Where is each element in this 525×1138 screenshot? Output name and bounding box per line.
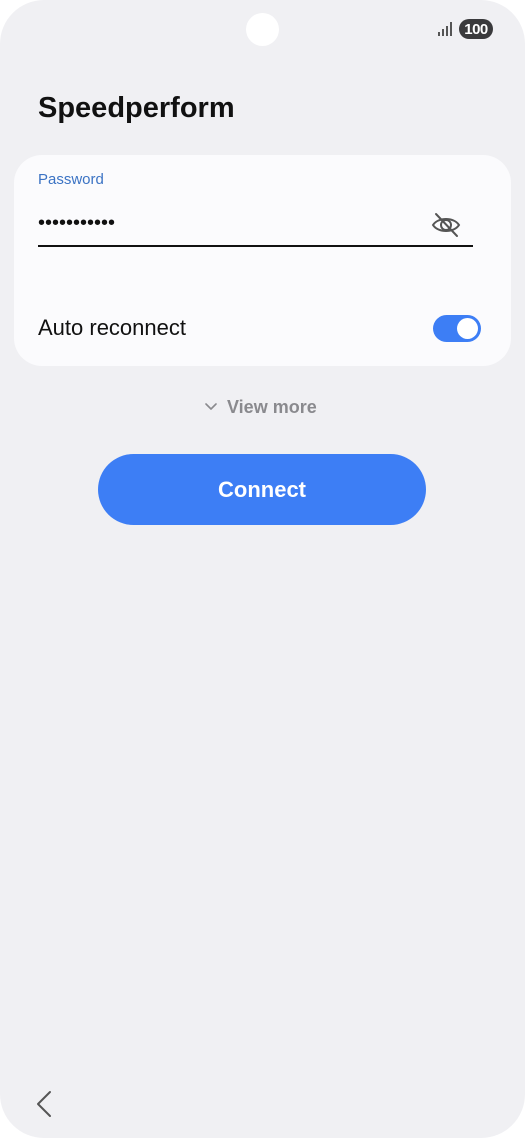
password-label: Password: [38, 171, 104, 188]
auto-reconnect-toggle[interactable]: [433, 315, 481, 342]
chevron-down-icon: [205, 403, 217, 410]
toggle-password-visibility-button[interactable]: [428, 210, 464, 240]
back-button[interactable]: [30, 1088, 60, 1120]
view-more-label: View more: [227, 396, 317, 417]
battery-icon: 100: [459, 19, 493, 39]
password-input[interactable]: [38, 201, 473, 247]
phone-screen: 100 Speedperform Password Auto reconnect…: [0, 0, 525, 1138]
signal-icon: [438, 22, 452, 36]
front-camera: [246, 13, 279, 46]
wifi-settings-card: Password Auto reconnect: [14, 155, 511, 366]
connect-button[interactable]: Connect: [98, 454, 426, 525]
view-more-button[interactable]: View more: [205, 394, 317, 420]
page-title: Speedperform: [38, 92, 235, 124]
toggle-knob: [457, 318, 478, 339]
battery-level: 100: [464, 20, 488, 38]
auto-reconnect-label: Auto reconnect: [38, 315, 186, 340]
eye-off-icon: [431, 213, 461, 237]
back-chevron-icon: [37, 1091, 51, 1117]
